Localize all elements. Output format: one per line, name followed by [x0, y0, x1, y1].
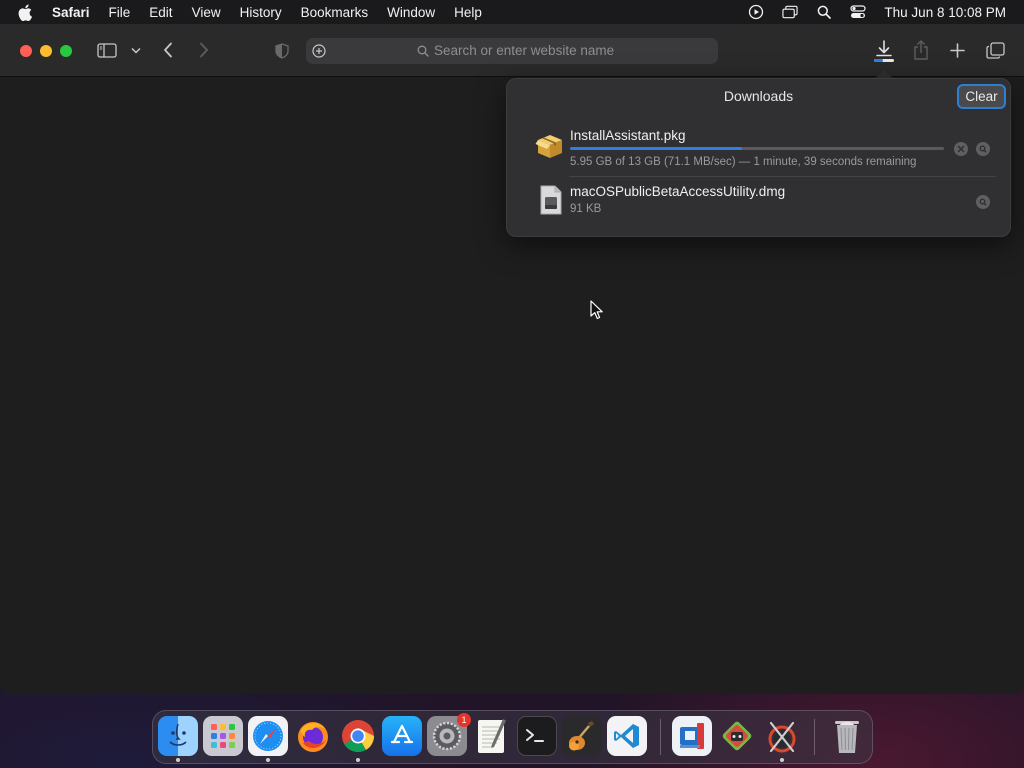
dock-safari-icon[interactable] [248, 716, 288, 756]
download-item[interactable]: InstallAssistant.pkg 5.95 GB of 13 GB (7… [507, 125, 1010, 175]
spotlight-search-icon[interactable] [816, 4, 832, 20]
close-window-button[interactable] [20, 45, 32, 57]
share-icon[interactable] [912, 39, 930, 61]
safari-toolbar: Search or enter website name [0, 24, 1024, 77]
download-item[interactable]: macOSPublicBetaAccessUtility.dmg 91 KB [507, 181, 1010, 225]
dock-chrome-icon[interactable] [338, 716, 378, 756]
tab-overview-icon[interactable] [985, 41, 1005, 59]
dock-instruments-icon[interactable] [762, 716, 802, 756]
minimize-window-button[interactable] [40, 45, 52, 57]
address-placeholder: Search or enter website name [434, 43, 615, 58]
reveal-in-finder-icon[interactable] [976, 195, 990, 209]
dock-trash-icon[interactable] [827, 716, 867, 756]
address-search-icon [416, 44, 430, 58]
download-filename: InstallAssistant.pkg [570, 128, 686, 143]
menu-edit[interactable]: Edit [149, 5, 172, 20]
downloads-title: Downloads [723, 88, 794, 104]
tab-group-chevron-down-icon[interactable] [130, 44, 142, 56]
download-status: 91 KB [570, 203, 602, 215]
dock-remote-desktop-icon[interactable] [672, 716, 712, 756]
download-filename: macOSPublicBetaAccessUtility.dmg [570, 184, 786, 199]
package-icon [535, 131, 565, 166]
dock-textedit-icon[interactable] [472, 716, 512, 756]
clear-downloads-button[interactable]: Clear [957, 84, 1006, 109]
dock-running-indicator [780, 758, 784, 762]
disk-image-icon [539, 185, 563, 220]
address-bar[interactable]: Search or enter website name [306, 38, 718, 64]
downloads-popover: Downloads Clear InstallAssistant.pkg 5.9… [506, 78, 1011, 237]
page-menu-icon[interactable] [311, 43, 327, 59]
cancel-download-icon[interactable] [954, 142, 968, 156]
dock-system-settings-icon[interactable]: 1 [427, 713, 471, 756]
back-chevron-icon[interactable] [160, 41, 176, 59]
menu-help[interactable]: Help [454, 5, 482, 20]
dock-separator [660, 719, 661, 755]
forward-chevron-icon[interactable] [196, 41, 212, 59]
control-center-icon[interactable] [850, 4, 867, 20]
dock: 1 [152, 710, 873, 764]
menu-bar: Safari File Edit View History Bookmarks … [0, 0, 1024, 24]
dock-firefox-icon[interactable] [293, 716, 333, 756]
download-divider [569, 176, 996, 177]
menu-bar-clock[interactable]: Thu Jun 8 10:08 PM [884, 5, 1006, 20]
menu-app-safari[interactable]: Safari [52, 5, 90, 20]
downloads-icon[interactable] [873, 39, 895, 63]
dock-app-store-icon[interactable] [382, 716, 422, 756]
zoom-window-button[interactable] [60, 45, 72, 57]
dock-running-indicator [176, 758, 180, 762]
dock-separator [814, 719, 815, 755]
dock-running-indicator [266, 758, 270, 762]
screen-mirroring-icon[interactable] [782, 4, 799, 20]
download-status: 5.95 GB of 13 GB (71.1 MB/sec) — 1 minut… [570, 156, 917, 168]
menu-view[interactable]: View [192, 5, 221, 20]
privacy-shield-icon[interactable] [274, 42, 290, 60]
reveal-in-finder-icon[interactable] [976, 142, 990, 156]
settings-notification-badge: 1 [457, 713, 471, 727]
sidebar-toggle-icon[interactable] [97, 42, 117, 58]
new-tab-plus-icon[interactable] [949, 41, 965, 59]
mouse-pointer-icon [590, 300, 604, 325]
apple-menu-icon[interactable] [18, 4, 36, 21]
dock-game-icon[interactable] [717, 716, 757, 756]
menu-bookmarks[interactable]: Bookmarks [301, 5, 369, 20]
dock-vscode-icon[interactable] [607, 716, 647, 756]
dock-running-indicator [356, 758, 360, 762]
dock-terminal-icon[interactable] [517, 716, 557, 756]
menu-file[interactable]: File [109, 5, 131, 20]
menu-history[interactable]: History [240, 5, 282, 20]
dock-garageband-icon[interactable] [562, 716, 602, 756]
screen-recording-icon[interactable] [748, 4, 764, 20]
download-progress-bar [570, 147, 944, 150]
download-progress-fill [570, 147, 743, 150]
dock-finder-icon[interactable] [158, 716, 198, 756]
dock-launchpad-icon[interactable] [203, 716, 243, 756]
menu-window[interactable]: Window [387, 5, 435, 20]
